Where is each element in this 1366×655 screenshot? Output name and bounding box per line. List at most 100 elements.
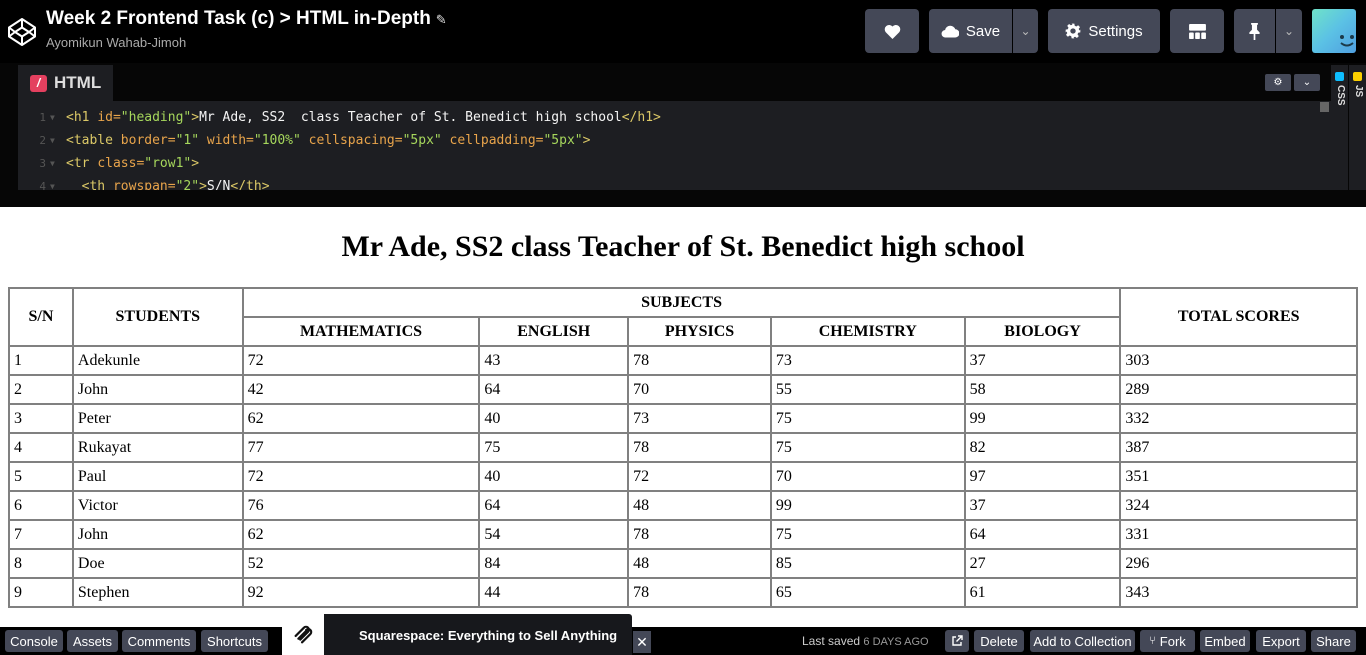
table-cell: 76 — [242, 491, 480, 520]
table-cell: 84 — [479, 549, 629, 578]
table-cell: 78 — [628, 578, 771, 607]
fold-arrow-icon[interactable]: ▼ — [50, 106, 66, 129]
export-button[interactable]: Export — [1256, 630, 1306, 652]
ad-text[interactable]: Squarespace: Everything to Sell Anything — [359, 628, 617, 643]
pencil-edit-icon[interactable]: ✎ — [436, 12, 447, 27]
code-line[interactable]: 1 ▼ <h1 id="heading">Mr Ade, SS2 class Tea… — [18, 106, 1318, 129]
editor-settings-button[interactable]: ⚙ — [1265, 74, 1291, 91]
assets-button[interactable]: Assets — [67, 630, 118, 652]
comments-button[interactable]: Comments — [122, 630, 196, 652]
fold-arrow-icon[interactable]: ▼ — [50, 129, 66, 152]
code-text: <h1 id="heading">Mr Ade, SS2 class Teach… — [66, 110, 661, 125]
gear-icon: ⚙ — [1273, 77, 1283, 88]
table-cell: 70 — [770, 462, 965, 491]
code-line[interactable]: 2 ▼ <table border="1" width="100%" cellspa… — [18, 129, 1318, 152]
table-cell: 37 — [964, 346, 1121, 375]
settings-button[interactable]: Settings — [1048, 9, 1160, 53]
pin-button[interactable] — [1234, 9, 1275, 53]
embed-button[interactable]: Embed — [1200, 630, 1250, 652]
like-button[interactable] — [865, 9, 919, 53]
table-cell: 64 — [964, 520, 1121, 549]
table-cell: 296 — [1120, 549, 1357, 578]
code-line[interactable]: 4 ▼ <th rowspan="2">S/N</th> — [18, 175, 1318, 190]
gear-icon — [1066, 23, 1081, 39]
table-cell: Paul — [72, 462, 243, 491]
chevron-down-icon: ⌄ — [1020, 24, 1031, 38]
layout-icon — [1188, 23, 1206, 39]
table-cell: 75 — [770, 520, 965, 549]
table-cell: 42 — [242, 375, 480, 404]
table-cell: 54 — [479, 520, 629, 549]
tab-js-label: JS — [1353, 85, 1364, 98]
code-text: <table border="1" width="100%" cellspaci… — [66, 133, 591, 148]
fork-label: Fork — [1159, 633, 1186, 649]
save-button[interactable]: Save — [929, 9, 1012, 53]
table-cell: 78 — [628, 433, 771, 462]
table-cell: 72 — [628, 462, 771, 491]
tab-js-collapsed[interactable]: JS — [1349, 65, 1366, 190]
editor-scrollbar[interactable] — [1320, 102, 1329, 112]
table-cell: 48 — [628, 549, 771, 578]
header-subject: PHYSICS — [628, 317, 771, 346]
table-cell: 78 — [628, 520, 771, 549]
table-cell: 40 — [479, 404, 629, 433]
table-cell: 4 — [9, 433, 73, 462]
console-button[interactable]: Console — [5, 630, 63, 652]
pen-title[interactable]: Week 2 Frontend Task (c) > HTML in-Depth… — [46, 8, 447, 30]
shortcuts-button[interactable]: Shortcuts — [201, 630, 268, 652]
fork-button[interactable]: ⑂ Fork — [1140, 630, 1195, 652]
settings-label: Settings — [1088, 22, 1143, 40]
chevron-down-icon: ⌄ — [1283, 24, 1295, 38]
table-cell: 1 — [9, 346, 73, 375]
tab-css-label: CSS — [1335, 85, 1346, 106]
last-saved-label: Last saved — [802, 634, 861, 648]
table-cell: 72 — [242, 462, 480, 491]
open-external-button[interactable] — [945, 630, 969, 652]
editor-resize-handle[interactable] — [0, 190, 1366, 207]
js-badge-icon — [1353, 72, 1362, 81]
save-options-dropdown[interactable]: ⌄ — [1013, 9, 1038, 53]
header-subject: MATHEMATICS — [242, 317, 480, 346]
tab-html[interactable]: / HTML — [18, 65, 113, 101]
codepen-logo-icon[interactable] — [6, 16, 38, 48]
table-cell: 43 — [479, 346, 629, 375]
table-cell: 70 — [628, 375, 771, 404]
table-cell: 40 — [479, 462, 629, 491]
cloud-icon — [941, 25, 959, 38]
code-area[interactable]: 1 ▼ <h1 id="heading">Mr Ade, SS2 class Tea… — [18, 106, 1318, 190]
table-cell: 97 — [964, 462, 1121, 491]
close-icon[interactable]: ✕ — [633, 631, 651, 653]
table-cell: 62 — [242, 520, 480, 549]
table-cell: Doe — [72, 549, 243, 578]
table-cell: 73 — [770, 346, 965, 375]
user-avatar[interactable] — [1312, 9, 1356, 53]
table-cell: Stephen — [72, 578, 243, 607]
delete-button[interactable]: Delete — [974, 630, 1024, 652]
change-view-button[interactable] — [1170, 9, 1224, 53]
header-subject: BIOLOGY — [964, 317, 1121, 346]
share-button[interactable]: Share — [1311, 630, 1356, 652]
table-cell: 64 — [479, 491, 629, 520]
line-number: 3 — [39, 157, 46, 170]
table-cell: 99 — [770, 491, 965, 520]
table-cell: 343 — [1120, 578, 1357, 607]
page-heading: Mr Ade, SS2 class Teacher of St. Benedic… — [341, 230, 1025, 263]
editor-collapse-button[interactable]: ⌄ — [1294, 74, 1320, 91]
table-row: 9 Stephen 92 44 78 65 61 343 — [9, 578, 1357, 607]
fold-arrow-icon[interactable]: ▼ — [50, 152, 66, 175]
pen-author[interactable]: Ayomikun Wahab-Jimoh — [46, 35, 186, 50]
fold-arrow-icon[interactable]: ▼ — [50, 175, 66, 190]
table-cell: 48 — [628, 491, 771, 520]
pin-options-dropdown[interactable]: ⌄ — [1276, 9, 1302, 53]
table-cell: 351 — [1120, 462, 1357, 491]
table-cell: 8 — [9, 549, 73, 578]
table-row: 3 Peter 62 40 73 75 99 332 — [9, 404, 1357, 433]
table-row: 2 John 42 64 70 55 58 289 — [9, 375, 1357, 404]
code-text: <tr class="row1"> — [66, 156, 200, 171]
tab-css-collapsed[interactable]: CSS — [1331, 65, 1348, 190]
add-to-collection-button[interactable]: Add to Collection — [1030, 630, 1135, 652]
code-line[interactable]: 3 ▼ <tr class="row1"> — [18, 152, 1318, 175]
header-subjects: SUBJECTS — [242, 288, 1121, 317]
chevron-down-icon: ⌄ — [1302, 77, 1312, 88]
smiley-avatar-icon — [1340, 35, 1354, 47]
